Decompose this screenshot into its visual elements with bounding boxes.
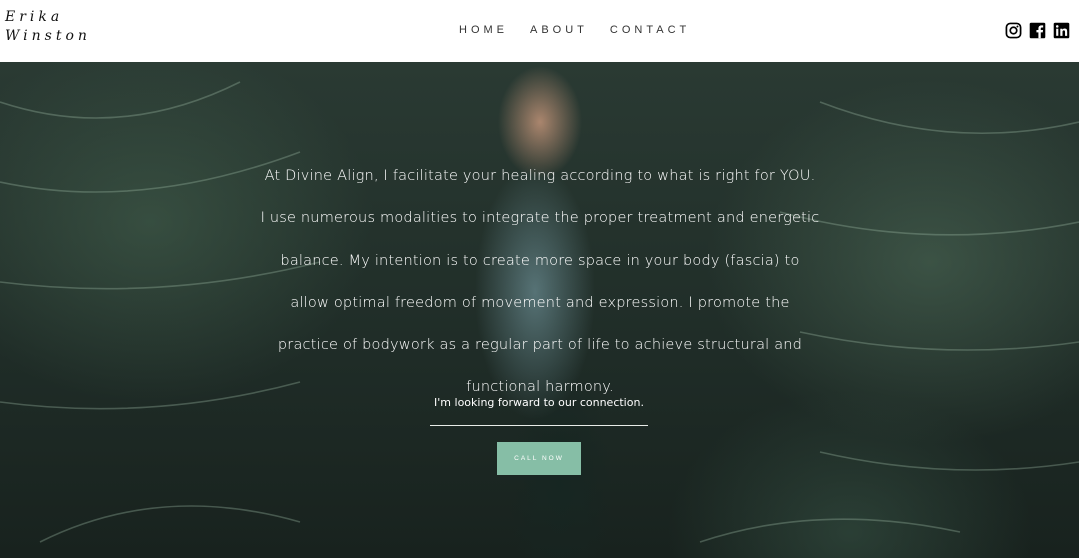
call-now-button[interactable]: CALL NOW bbox=[497, 442, 581, 475]
hero-text-block: At Divine Align, I facilitate your heali… bbox=[260, 155, 820, 409]
divider-line bbox=[430, 425, 648, 426]
facebook-icon[interactable] bbox=[1029, 22, 1046, 39]
brand-logo[interactable]: Erika Winston bbox=[5, 8, 91, 46]
brand-line-2: Winston bbox=[5, 28, 91, 44]
nav-home[interactable]: HOME bbox=[459, 24, 508, 36]
hero-subtext: I'm looking forward to our connection. bbox=[434, 396, 644, 409]
brand-line-1: Erika bbox=[5, 9, 64, 25]
hero-section: At Divine Align, I facilitate your heali… bbox=[0, 62, 1079, 558]
hero-paragraph: At Divine Align, I facilitate your heali… bbox=[260, 168, 820, 396]
nav-about[interactable]: ABOUT bbox=[530, 24, 588, 36]
social-links bbox=[1005, 22, 1070, 39]
nav-contact[interactable]: CONTACT bbox=[610, 24, 690, 36]
linkedin-icon[interactable] bbox=[1053, 22, 1070, 39]
main-nav: HOME ABOUT CONTACT bbox=[459, 24, 690, 36]
site-header: Erika Winston HOME ABOUT CONTACT bbox=[0, 0, 1079, 62]
instagram-icon[interactable] bbox=[1005, 22, 1022, 39]
